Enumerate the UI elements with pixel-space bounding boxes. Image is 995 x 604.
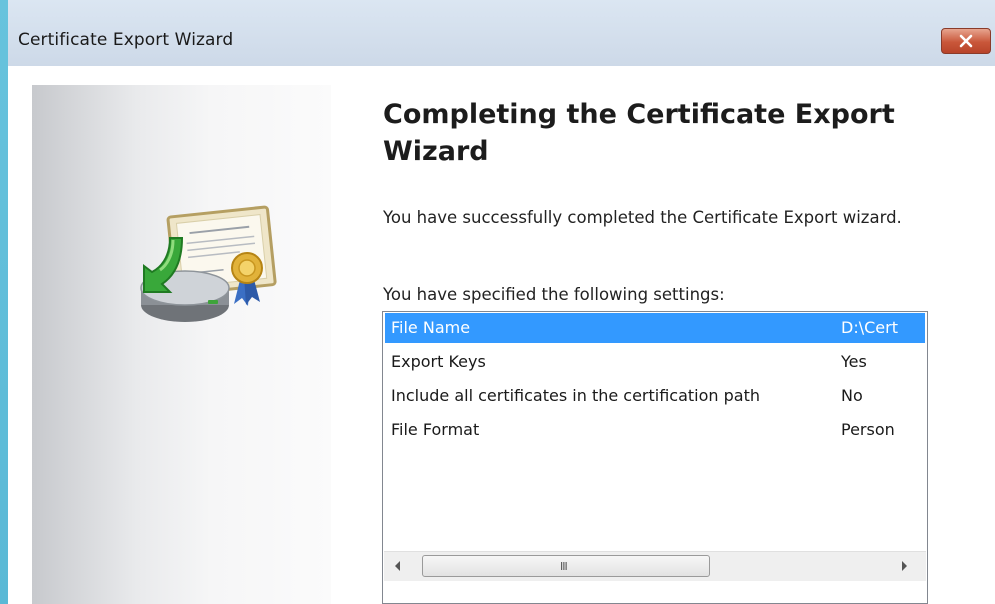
setting-name: Export Keys	[391, 352, 486, 371]
settings-row-file-name[interactable]: File Name D:\Cert	[385, 313, 925, 343]
scroll-right-arrow-icon[interactable]	[902, 561, 907, 571]
scrollbar-grip: III	[560, 560, 568, 573]
close-icon	[959, 34, 973, 48]
certificate-export-icon	[140, 205, 277, 322]
wizard-content: Completing the Certificate Export Wizard…	[8, 66, 995, 604]
settings-row-file-format[interactable]: File Format Person	[385, 415, 925, 445]
horizontal-scrollbar[interactable]: III	[384, 551, 926, 581]
wizard-window: Certificate Export Wizard Completing the…	[8, 0, 995, 604]
settings-row-include-all-certificates[interactable]: Include all certificates in the certific…	[385, 381, 925, 411]
settings-row-export-keys[interactable]: Export Keys Yes	[385, 347, 925, 377]
setting-value: Yes	[841, 352, 867, 371]
setting-name: Include all certificates in the certific…	[391, 386, 761, 405]
title-bar[interactable]: Certificate Export Wizard	[8, 0, 995, 66]
desktop-background: Certificate Export Wizard Completing the…	[0, 0, 995, 604]
success-message: You have successfully completed the Cert…	[383, 208, 902, 227]
setting-value: No	[841, 386, 863, 405]
scroll-left-arrow-icon[interactable]	[395, 561, 400, 571]
scrollbar-thumb[interactable]: III	[422, 555, 710, 577]
window-title: Certificate Export Wizard	[18, 30, 234, 50]
setting-value: Person	[841, 420, 895, 439]
settings-label: You have specified the following setting…	[383, 285, 725, 304]
setting-value: D:\Cert	[841, 318, 898, 337]
close-button[interactable]	[941, 28, 991, 54]
side-banner	[32, 85, 331, 604]
settings-list[interactable]: File Name D:\Cert Export Keys Yes Includ…	[382, 311, 928, 604]
page-heading: Completing the Certificate Export Wizard	[383, 99, 895, 167]
setting-name: File Format	[391, 420, 480, 439]
setting-name: File Name	[391, 318, 471, 337]
